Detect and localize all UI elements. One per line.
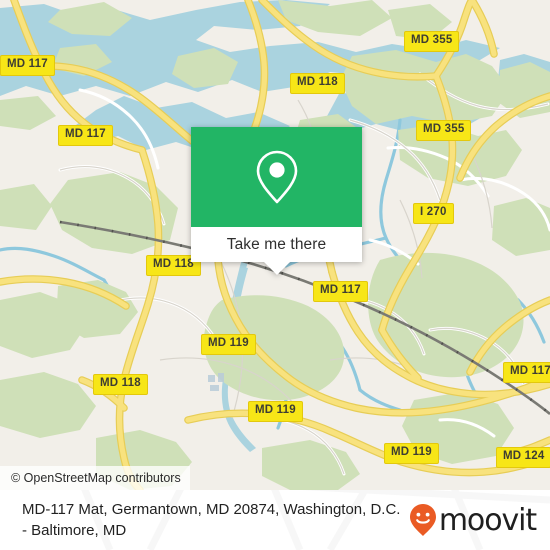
road-shield-md-117-b: MD 117 <box>58 125 113 146</box>
osm-attribution[interactable]: © OpenStreetMap contributors <box>0 466 190 490</box>
road-shield-md-117-a: MD 117 <box>0 55 55 76</box>
take-me-there-button[interactable]: Take me there <box>191 227 362 262</box>
road-shield-md-119-a: MD 119 <box>201 334 256 355</box>
road-shield-md-355-a: MD 355 <box>404 31 460 52</box>
footer-bar: MD-117 Mat, Germantown, MD 20874, Washin… <box>0 490 550 550</box>
moovit-brand-logo[interactable]: moovit <box>409 503 537 538</box>
road-shield-md-124: MD 124 <box>496 447 550 468</box>
road-shield-md-119-b: MD 119 <box>248 401 303 422</box>
location-title: MD-117 Mat, Germantown, MD 20874, Washin… <box>22 500 401 539</box>
road-shield-i-270: I 270 <box>413 203 454 224</box>
map-canvas[interactable]: MD 117 MD 355 MD 118 MD 355 MD 117 I 270… <box>0 0 550 490</box>
road-shield-md-117-c: MD 117 <box>313 281 368 302</box>
map-screenshot-root: MD 117 MD 355 MD 118 MD 355 MD 117 I 270… <box>0 0 550 550</box>
road-shield-md-119-c: MD 119 <box>384 443 439 464</box>
road-shield-md-117-d: MD 117 <box>503 362 550 383</box>
road-shield-md-118-a: MD 118 <box>290 73 345 94</box>
moovit-smiley-pin-icon <box>409 504 436 536</box>
map-pin-icon <box>256 150 297 204</box>
moovit-wordmark: moovit <box>438 503 537 538</box>
take-me-there-label: Take me there <box>226 235 327 253</box>
callout-pointer-tail <box>263 262 290 275</box>
location-callout-card[interactable]: Take me there <box>191 127 362 275</box>
road-shield-md-118-c: MD 118 <box>93 374 148 395</box>
road-shield-md-355-b: MD 355 <box>416 120 472 141</box>
callout-header <box>191 127 362 227</box>
